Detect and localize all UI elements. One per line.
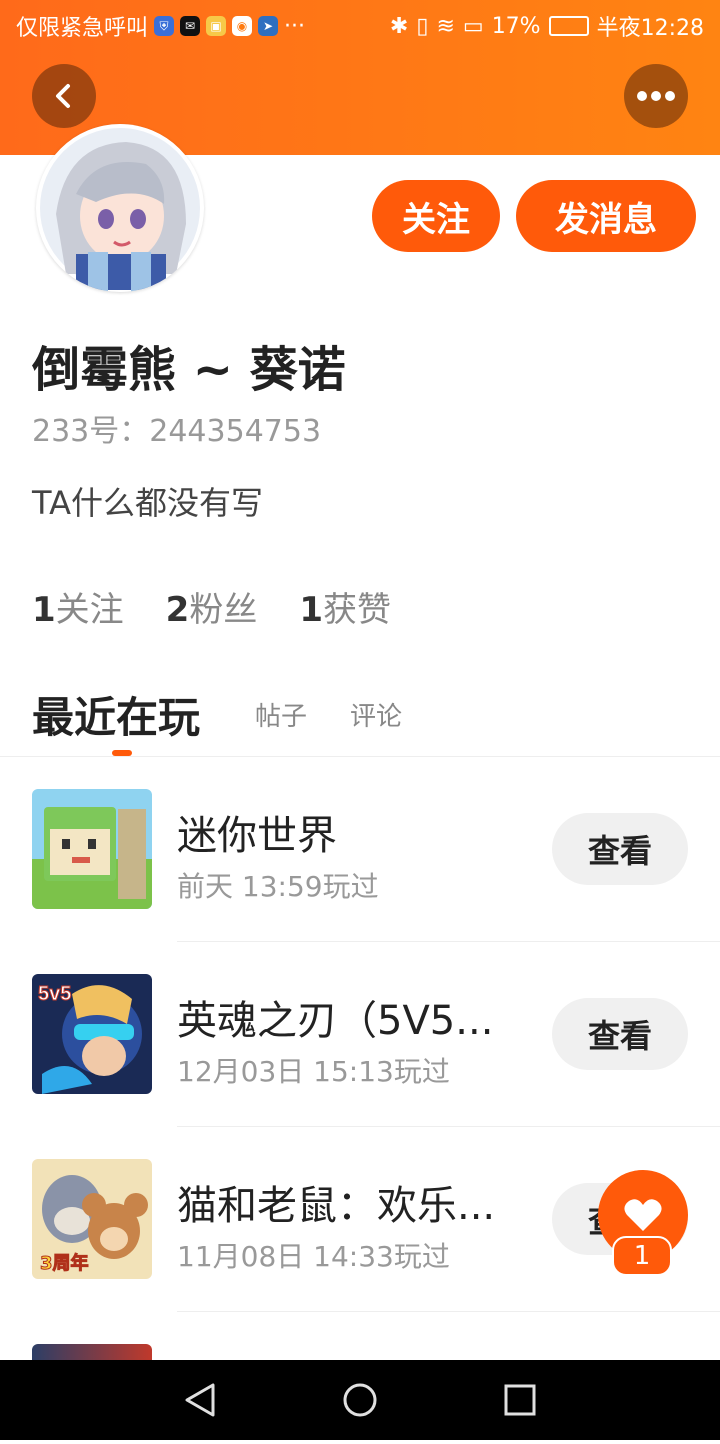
profile-stats: 1关注 2粉丝 1获赞	[32, 582, 391, 631]
vibrate-icon: ▯	[416, 13, 429, 39]
back-button[interactable]	[32, 64, 96, 128]
stat-count: 1	[299, 590, 324, 630]
view-game-button[interactable]: 查看	[552, 813, 688, 885]
nav-back-icon[interactable]	[185, 1383, 215, 1417]
stat-following[interactable]: 1关注	[32, 582, 124, 631]
nav-home-icon[interactable]	[343, 1383, 377, 1417]
wechat-app-icon: ◉	[232, 16, 253, 36]
status-bar: 仅限紧急呼叫 ⛨ ✉ ▣ ◉ ➤ ··· ✱ ▯ ≋ ▭ 17% 半夜12:28	[0, 0, 720, 50]
stat-likes[interactable]: 1获赞	[299, 582, 391, 631]
game-title: 英魂之刃（5V5...	[177, 998, 494, 1044]
battery-percent: 17%	[491, 13, 541, 39]
game-last-played: 11月08日 14:33玩过	[177, 1240, 450, 1273]
system-navigation-bar	[0, 1360, 720, 1440]
chevron-left-icon	[56, 84, 70, 108]
stat-label: 粉丝	[189, 590, 258, 630]
shield-app-icon: ⛨	[154, 16, 175, 36]
game-title: 迷你世界	[177, 813, 337, 859]
like-count-badge: 1	[612, 1236, 672, 1276]
battery-saver-icon: ▭	[462, 13, 484, 39]
game-icon-label: 3周年	[40, 1252, 89, 1274]
more-notifications-icon: ···	[284, 13, 305, 39]
game-icon-hero-blade: 5v5	[32, 974, 152, 1094]
carrier-text: 仅限紧急呼叫	[16, 16, 149, 41]
view-game-button[interactable]: 查看	[552, 998, 688, 1070]
battery-icon	[548, 16, 589, 36]
profile-tabs: 最近在玩 帖子 评论	[32, 684, 720, 756]
game-list-item[interactable]: 迷你世界 前天 13:59玩过 查看	[0, 757, 720, 942]
wifi-icon: ≋	[436, 13, 455, 39]
game-icon-partial	[32, 1344, 152, 1360]
game-last-played: 前天 13:59玩过	[177, 870, 379, 903]
avatar[interactable]	[36, 124, 204, 292]
bluetooth-icon: ✱	[389, 13, 409, 39]
divider	[177, 1311, 720, 1312]
more-dots-icon	[637, 91, 675, 101]
game-last-played: 12月03日 15:13玩过	[177, 1055, 450, 1088]
game-icon-mini-world	[32, 789, 152, 909]
tab-recently-played[interactable]: 最近在玩	[32, 684, 200, 745]
game-title: 猫和老鼠：欢乐...	[177, 1183, 496, 1229]
user-bio: TA什么都没有写	[32, 484, 263, 522]
clock: 半夜12:28	[596, 16, 704, 41]
stat-count: 1	[32, 590, 56, 630]
tab-comments[interactable]: 评论	[350, 696, 402, 733]
send-message-button[interactable]: 发消息	[516, 180, 696, 252]
more-options-button[interactable]	[624, 64, 688, 128]
game-icon-label: 5v5	[38, 983, 71, 1005]
game-icon-tom-and-jerry: 3周年	[32, 1159, 152, 1279]
avatar-image	[40, 128, 200, 292]
stat-label: 获赞	[323, 590, 392, 630]
bird-app-icon: ➤	[258, 16, 279, 36]
tab-posts[interactable]: 帖子	[255, 696, 307, 733]
heart-icon	[624, 1199, 662, 1231]
follow-button[interactable]: 关注	[372, 180, 500, 252]
username: 倒霉熊 ~ 葵诺	[32, 342, 346, 398]
user-id: 233号：244354753	[32, 414, 322, 449]
stat-count: 2	[165, 590, 190, 630]
gift-app-icon: ▣	[206, 16, 227, 36]
mail-app-icon: ✉	[180, 16, 201, 36]
nav-recents-icon[interactable]	[504, 1384, 536, 1416]
stat-label: 关注	[55, 590, 124, 630]
game-list-item[interactable]: 5v5 英魂之刃（5V5... 12月03日 15:13玩过 查看	[0, 942, 720, 1127]
stat-fans[interactable]: 2粉丝	[166, 582, 258, 631]
